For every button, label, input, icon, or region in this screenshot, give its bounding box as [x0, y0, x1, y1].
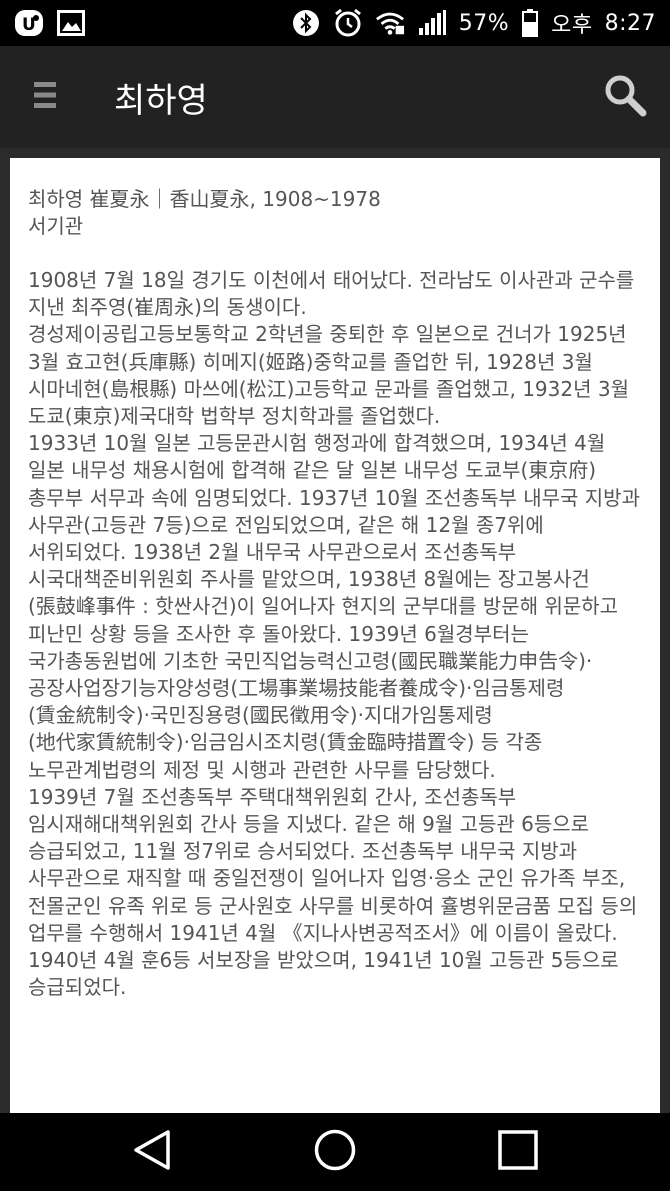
search-icon	[603, 73, 647, 121]
battery-icon	[521, 8, 539, 38]
bio-paragraph: 경성제이공립고등보통학교 2학년을 중퇴한 후 일본으로 건너가 1925년 3…	[28, 322, 629, 429]
status-bar: U 57% 오후 8:27	[0, 0, 670, 46]
navigation-bar	[0, 1113, 670, 1191]
back-button[interactable]	[112, 1113, 192, 1191]
recents-square-icon	[497, 1129, 539, 1175]
menu-button[interactable]	[0, 46, 90, 148]
wifi-icon	[375, 8, 405, 38]
back-triangle-icon	[132, 1129, 172, 1175]
search-button[interactable]	[580, 46, 670, 148]
signal-icon	[417, 8, 447, 38]
bio-paragraph: 1908년 7월 18일 경기도 이천에서 태어났다. 전라남도 이사관과 군수…	[28, 268, 635, 320]
bluetooth-icon	[291, 8, 321, 38]
alarm-icon	[333, 8, 363, 38]
battery-percent: 57%	[458, 10, 510, 36]
article-card: 최하영 崔夏永｜香山夏永, 1908~1978 서기관 1908년 7월 18일…	[10, 158, 660, 1113]
bio-paragraph: 1933년 10월 일본 고등문관시험 행정과에 합격했으며, 1934년 4월…	[28, 431, 640, 782]
app-badge-icon: U	[14, 8, 44, 38]
content-area[interactable]: 최하영 崔夏永｜香山夏永, 1908~1978 서기관 1908년 7월 18일…	[0, 148, 670, 1113]
gallery-icon	[56, 8, 86, 38]
bio-paragraph: 1939년 7월 조선총독부 주택대책위원회 간사, 조선총독부 임시재해대책위…	[28, 784, 638, 1000]
recents-button[interactable]	[478, 1113, 558, 1191]
home-circle-icon	[313, 1128, 357, 1176]
status-ampm: 오후	[551, 13, 593, 38]
biography: 1908년 7월 18일 경기도 이천에서 태어났다. 전라남도 이사관과 군수…	[28, 267, 642, 1001]
screen: U 57% 오후 8:27 최하영 최하영 崔夏永｜香山夏永, 1908~197…	[0, 0, 670, 1191]
person-name-line: 최하영 崔夏永｜香山夏永, 1908~1978	[28, 187, 381, 211]
home-button[interactable]	[295, 1113, 375, 1191]
page-title: 최하영	[114, 80, 208, 121]
hamburger-menu-icon	[34, 80, 56, 114]
app-bar: 최하영	[0, 46, 670, 148]
status-time: 8:27	[604, 10, 656, 36]
person-role-line: 서기관	[28, 214, 84, 238]
